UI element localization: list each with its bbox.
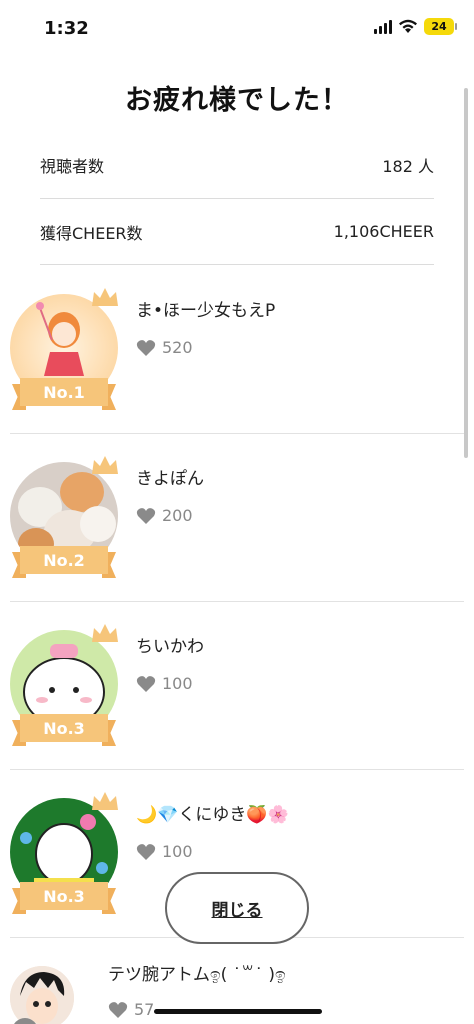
score-value: 100 xyxy=(162,842,193,861)
rank-label: No.3 xyxy=(20,882,108,910)
avatar-wrap: No.1 xyxy=(10,288,120,410)
rank-ribbon: No.2 xyxy=(12,546,116,580)
rank-ribbon: No.3 xyxy=(12,714,116,748)
ranking-item[interactable]: No.1 ま•ほー少女もえP 520 xyxy=(10,266,464,434)
stat-label: 視聴者数 xyxy=(40,157,105,176)
stats-section: 視聴者数 182 人 獲得CHEER数 1,106CHEER xyxy=(40,132,434,265)
avatar-wrap: No.3 xyxy=(10,624,120,746)
stat-value: 1,106CHEER xyxy=(333,222,434,241)
avatar-wrap: No.2 xyxy=(10,456,120,578)
heart-icon xyxy=(136,675,156,692)
heart-icon xyxy=(136,507,156,524)
status-time: 1:32 xyxy=(44,18,89,39)
score-value: 57 xyxy=(134,1000,155,1019)
rank-label: No.3 xyxy=(20,714,108,742)
status-icons: 24 xyxy=(374,18,457,35)
home-indicator[interactable] xyxy=(154,1009,322,1014)
cheer-score: 520 xyxy=(136,338,193,357)
score-value: 520 xyxy=(162,338,193,357)
rank-ribbon: No.1 xyxy=(12,378,116,412)
heart-icon xyxy=(136,339,156,356)
user-name: ちいかわ xyxy=(136,637,204,657)
close-button[interactable]: 閉じる xyxy=(165,872,309,944)
divider xyxy=(40,264,434,265)
avatar xyxy=(10,966,74,1024)
crown-icon xyxy=(92,456,118,474)
cheer-score: 57 xyxy=(108,1000,154,1019)
cheer-score: 100 xyxy=(136,842,193,861)
stat-label: 獲得CHEER数 xyxy=(40,223,143,243)
user-name: きよぽん xyxy=(136,469,204,489)
stat-value: 182 人 xyxy=(382,157,434,176)
stat-row-cheer: 獲得CHEER数 1,106CHEER xyxy=(40,198,434,264)
rank-label: No.2 xyxy=(20,546,108,574)
score-value: 100 xyxy=(162,674,193,693)
crown-icon xyxy=(92,624,118,642)
status-bar: 1:32 24 xyxy=(0,0,474,56)
cheer-score: 200 xyxy=(136,506,193,525)
rank-ribbon: No.3 xyxy=(12,882,116,916)
cheer-score: 100 xyxy=(136,674,193,693)
scrollbar[interactable] xyxy=(464,88,468,458)
ranking-item[interactable]: No.2 きよぽん 200 xyxy=(10,434,464,602)
heart-icon xyxy=(136,843,156,860)
stat-row-viewers: 視聴者数 182 人 xyxy=(40,132,434,198)
avatar-wrap: No.3 xyxy=(10,792,120,914)
page-title: お疲れ様でした！ xyxy=(125,85,349,116)
score-value: 200 xyxy=(162,506,193,525)
wifi-icon xyxy=(399,19,417,33)
cellular-signal-icon xyxy=(374,19,392,34)
user-name: テツ腕アトムඉ( ˙꒳​˙ )ඉ xyxy=(108,965,286,985)
ranking-item[interactable]: No.3 ちいかわ 100 xyxy=(10,602,464,770)
battery-icon: 24 xyxy=(424,18,457,35)
heart-icon xyxy=(108,1001,128,1018)
crown-icon xyxy=(92,792,118,810)
user-name: ま•ほー少女もえP xyxy=(136,301,276,321)
user-name: 🌙💎くにゆき🍑🌸 xyxy=(136,805,289,825)
rank-label: No.1 xyxy=(20,378,108,406)
crown-icon xyxy=(92,288,118,306)
